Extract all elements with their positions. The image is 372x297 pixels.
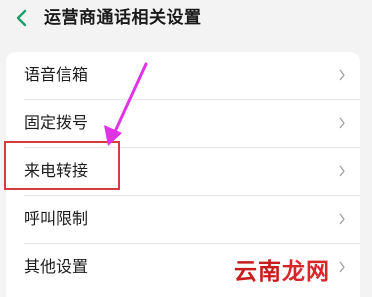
list-item-label: 固定拨号 (24, 113, 89, 132)
highlight-box (4, 141, 120, 190)
chevron-left-icon[interactable] (12, 8, 32, 28)
list-item-voicemail[interactable]: 语音信箱 (6, 52, 360, 100)
top-bar: 运营商通话相关设置 (0, 0, 372, 40)
chevron-right-icon (339, 117, 345, 129)
chevron-right-icon (339, 213, 345, 225)
page-title: 运营商通话相关设置 (44, 8, 202, 28)
chevron-right-icon (339, 69, 345, 81)
chevron-right-icon (339, 261, 345, 273)
list-item-label: 语音信箱 (24, 65, 89, 84)
watermark-text-a: 云南 (234, 259, 282, 285)
chevron-right-icon (339, 165, 345, 177)
list-item-label: 其他设置 (24, 257, 89, 276)
watermark-text-b: 龙网 (282, 259, 330, 285)
list-item-call-barring[interactable]: 呼叫限制 (6, 196, 360, 244)
list-item-label: 呼叫限制 (24, 209, 89, 228)
watermark-logo: 云南龙网 (234, 254, 330, 290)
